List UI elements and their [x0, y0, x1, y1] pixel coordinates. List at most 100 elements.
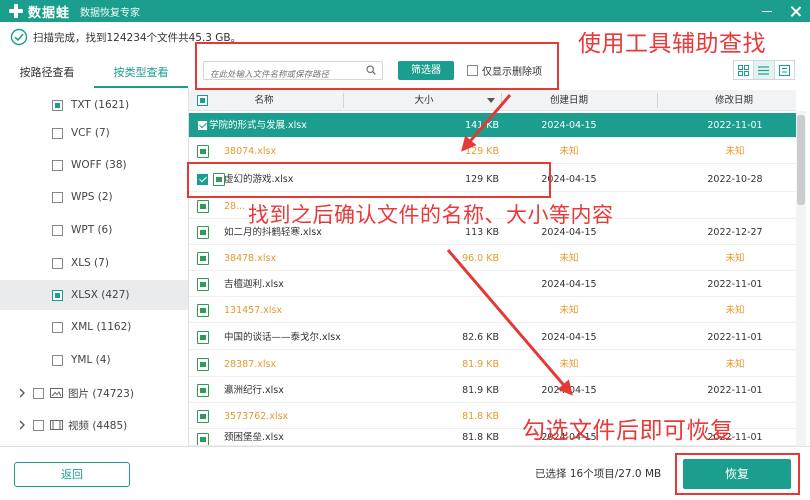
- sidebar-item-label: XLSX (427): [71, 289, 130, 301]
- file-size: 81.8 KB: [462, 411, 499, 422]
- search-icon[interactable]: [366, 65, 376, 75]
- sidebar-item-txt[interactable]: TXT (1621): [0, 90, 188, 120]
- sidebar-item-videos[interactable]: 视频 (4485): [0, 410, 188, 440]
- app-logo: 数据蛙 数据恢复专家: [8, 2, 140, 21]
- confirm-hint-annotation: 找到之后确认文件的名称、大小等内容: [248, 203, 614, 227]
- xlsx-file-icon: [197, 304, 209, 317]
- app-subtitle: 数据恢复专家: [80, 7, 141, 19]
- file-modified-date: 未知: [725, 359, 745, 370]
- sidebar-item-vcf[interactable]: VCF (7): [0, 118, 188, 148]
- column-header-modified[interactable]: 修改日期: [694, 90, 774, 111]
- logo-cross-icon: [8, 3, 24, 19]
- file-name: 38478.xlsx: [224, 253, 277, 264]
- sidebar-item-xls[interactable]: XLS (7): [0, 248, 188, 278]
- sidebar-item-label: WPS (2): [71, 191, 113, 203]
- sidebar-checkbox[interactable]: [52, 354, 63, 366]
- recover-button[interactable]: 恢复: [683, 459, 791, 489]
- file-name: 颈困堡垒.xlsx: [224, 432, 284, 443]
- sidebar-item-woff[interactable]: WOFF (38): [0, 150, 188, 180]
- minimize-icon: [762, 10, 772, 12]
- xlsx-file-icon: [197, 331, 209, 344]
- table-row[interactable]: 131457.xlsx 未知 未知: [189, 298, 796, 323]
- show-deleted-checkbox[interactable]: [467, 65, 478, 76]
- sidebar-item-label: WPT (6): [71, 224, 113, 236]
- file-size: 81.9 KB: [462, 385, 499, 396]
- xlsx-file-icon: [197, 358, 209, 371]
- table-row[interactable]: 38478.xlsx 96.0 KB 未知 未知: [189, 246, 796, 271]
- search-input[interactable]: [204, 66, 354, 84]
- row-checkbox[interactable]: [197, 120, 208, 131]
- sidebar-item-wpt[interactable]: WPT (6): [0, 215, 188, 245]
- table-row[interactable]: 28387.xlsx 81.9 KB 未知 未知: [189, 352, 796, 377]
- file-name: 3573762.xlsx: [224, 411, 289, 422]
- sidebar-item-label: 视频 (4485): [68, 419, 128, 432]
- file-modified-date: 未知: [725, 146, 745, 157]
- minimize-button[interactable]: [752, 0, 782, 22]
- file-name: 瀛洲纪行.xlsx: [224, 385, 284, 396]
- table-row[interactable]: 吉檀迦利.xlsx 2024-04-15 2022-11-01: [189, 272, 796, 297]
- sidebar-checkbox[interactable]: [52, 191, 63, 203]
- back-button[interactable]: 返回: [14, 462, 130, 487]
- file-size: 82.6 KB: [462, 332, 499, 343]
- sidebar-item-xlsx[interactable]: XLSX (427): [0, 280, 188, 310]
- file-created-date: 2024-04-15: [541, 385, 597, 396]
- sidebar-checkbox[interactable]: [52, 321, 63, 333]
- sidebar-checkbox[interactable]: [33, 387, 44, 399]
- file-modified-date: 2022-11-01: [707, 120, 763, 131]
- title-bar: 数据蛙 数据恢复专家: [0, 0, 810, 22]
- file-modified-date: 2022-12-27: [707, 227, 763, 238]
- filter-button[interactable]: 筛选器: [398, 61, 454, 80]
- file-name: 38074.xlsx: [224, 146, 277, 157]
- close-button[interactable]: [780, 0, 810, 22]
- show-deleted-only-toggle[interactable]: 仅显示删除项: [467, 63, 542, 78]
- table-row[interactable]: 瀛洲纪行.xlsx 81.9 KB 2024-04-15 2022-11-01: [189, 378, 796, 403]
- table-row[interactable]: 中国的谈话——泰戈尔.xlsx 82.6 KB 2024-04-15 2022-…: [189, 325, 796, 350]
- chevron-right-icon[interactable]: [17, 388, 27, 398]
- view-tabs: 按路径查看 按类型查看: [0, 60, 188, 88]
- sidebar-item-label: XML (1162): [71, 321, 132, 333]
- sort-descending-icon[interactable]: [487, 98, 495, 103]
- sidebar-item-wps[interactable]: WPS (2): [0, 182, 188, 212]
- sidebar-item-images[interactable]: 图片 (74723): [0, 378, 188, 408]
- file-created-date: 未知: [559, 253, 579, 264]
- detail-view-icon: [778, 64, 790, 76]
- tab-by-path[interactable]: 按路径查看: [0, 60, 94, 88]
- select-all-checkbox[interactable]: [197, 95, 208, 106]
- view-mode-switcher: [733, 60, 795, 80]
- sidebar-checkbox[interactable]: [52, 289, 63, 301]
- grid-view-button[interactable]: [734, 61, 755, 79]
- column-header-size[interactable]: 大小: [389, 90, 459, 111]
- tab-by-type[interactable]: 按类型查看: [94, 60, 188, 88]
- file-created-date: 2024-04-15: [541, 332, 597, 343]
- list-view-button[interactable]: [754, 61, 775, 79]
- video-icon: [50, 420, 63, 430]
- sidebar-checkbox[interactable]: [52, 159, 63, 171]
- chevron-right-icon[interactable]: [17, 420, 27, 430]
- table-row[interactable]: 学院的形式与发展.xlsx 141 KB 2024-04-15 2022-11-…: [189, 113, 796, 138]
- column-header-created[interactable]: 创建日期: [529, 90, 609, 111]
- file-name: 吉檀迦利.xlsx: [224, 279, 284, 290]
- detail-view-button[interactable]: [775, 61, 794, 79]
- file-modified-date: 2022-11-01: [707, 279, 763, 290]
- sidebar-checkbox[interactable]: [52, 99, 63, 111]
- image-icon: [50, 388, 63, 398]
- sidebar-checkbox[interactable]: [33, 419, 44, 431]
- xlsx-file-icon: [197, 384, 209, 397]
- sidebar-checkbox[interactable]: [52, 257, 63, 269]
- sidebar-item-xml[interactable]: XML (1162): [0, 312, 188, 342]
- file-size: 129 KB: [465, 146, 499, 157]
- row-highlight-box: [187, 162, 551, 198]
- table-row[interactable]: 38074.xlsx 129 KB 未知 未知: [189, 139, 796, 164]
- file-size: 141 KB: [465, 120, 499, 131]
- search-box[interactable]: [203, 61, 383, 84]
- sidebar-checkbox[interactable]: [52, 127, 63, 139]
- column-header-name[interactable]: 名称: [229, 90, 299, 111]
- sidebar-checkbox[interactable]: [52, 224, 63, 236]
- xlsx-file-icon: [197, 433, 209, 445]
- sidebar-item-label: XLS (7): [71, 257, 109, 269]
- file-name: 131457.xlsx: [224, 305, 283, 316]
- scrollbar-thumb[interactable]: [797, 115, 805, 205]
- check-circle-icon: [10, 28, 28, 46]
- grid-view-icon: [738, 64, 750, 76]
- sidebar-item-yml[interactable]: YML (4): [0, 345, 188, 375]
